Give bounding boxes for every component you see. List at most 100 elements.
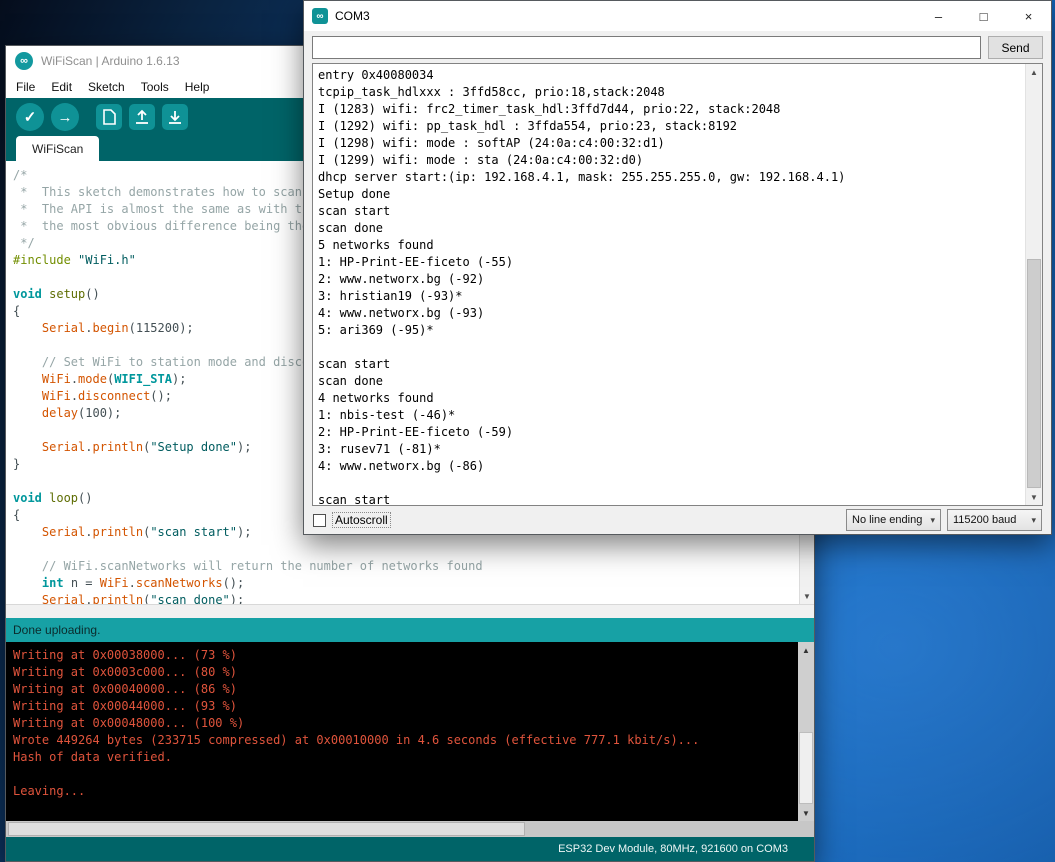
serial-output-line: 4 networks found: [318, 390, 1020, 407]
serial-output-line: scan done: [318, 220, 1020, 237]
serial-output-line: scan done: [318, 373, 1020, 390]
status-message: Done uploading.: [13, 623, 100, 637]
console-output: Writing at 0x00038000... (73 %)Writing a…: [13, 647, 794, 817]
menu-sketch[interactable]: Sketch: [80, 76, 133, 98]
scroll-down-icon[interactable]: ▼: [800, 588, 814, 604]
serial-input-row: Send: [312, 36, 1043, 59]
serial-output-line: 2: HP-Print-EE-ficeto (-59): [318, 424, 1020, 441]
serial-output: entry 0x40080034tcpip_task_hdlxxx : 3ffd…: [313, 64, 1025, 505]
send-button[interactable]: Send: [988, 36, 1043, 59]
console-line: Writing at 0x0003c000... (80 %): [13, 664, 794, 681]
board-status-bar: ESP32 Dev Module, 80MHz, 921600 on COM3: [6, 837, 814, 861]
minimize-button[interactable]: –: [916, 1, 961, 31]
console-horizontal-scrollbar[interactable]: [6, 821, 814, 837]
serial-output-line: I (1299) wifi: mode : sta (24:0a:c4:00:3…: [318, 152, 1020, 169]
new-document-icon: [102, 109, 116, 125]
serial-output-line: 5: ari369 (-95)*: [318, 322, 1020, 339]
open-arrow-icon: [134, 109, 150, 125]
serial-output-line: [318, 475, 1020, 492]
serial-output-line: 2: www.networx.bg (-92): [318, 271, 1020, 288]
close-button[interactable]: ×: [1006, 1, 1051, 31]
new-sketch-button[interactable]: [96, 104, 122, 130]
serial-output-line: scan start: [318, 356, 1020, 373]
console-line: [13, 766, 794, 783]
baud-rate-select[interactable]: 115200 baud ▾: [947, 509, 1042, 531]
serial-output-line: I (1298) wifi: mode : softAP (24:0a:c4:0…: [318, 135, 1020, 152]
editor-horizontal-scrollbar[interactable]: [6, 604, 814, 618]
save-button[interactable]: [162, 104, 188, 130]
console-line: Writing at 0x00040000... (86 %): [13, 681, 794, 698]
serial-bottom-bar: Autoscroll No line ending ▾ 115200 baud …: [304, 506, 1051, 534]
serial-output-line: dhcp server start:(ip: 192.168.4.1, mask…: [318, 169, 1020, 186]
serial-output-line: entry 0x40080034: [318, 67, 1020, 84]
check-icon: ✓: [24, 108, 37, 126]
serial-output-line: I (1292) wifi: pp_task_hdl : 3ffda554, p…: [318, 118, 1020, 135]
verify-button[interactable]: ✓: [16, 103, 44, 131]
code-line: [13, 541, 797, 558]
console-line: Wrote 449264 bytes (233715 compressed) a…: [13, 732, 794, 749]
line-ending-select[interactable]: No line ending ▾: [846, 509, 941, 531]
scroll-up-icon[interactable]: ▲: [1026, 64, 1042, 80]
close-icon: ×: [1025, 9, 1033, 24]
serial-output-line: 1: HP-Print-EE-ficeto (-55): [318, 254, 1020, 271]
serial-scrollbar-thumb[interactable]: [1027, 259, 1041, 488]
autoscroll-checkbox[interactable]: [313, 514, 326, 527]
desktop: { "colors": { "teal_dark": "#006468", "t…: [0, 0, 1055, 862]
serial-monitor-window: ∞ COM3 – □ × Send entry 0x40080034tcpip_…: [303, 0, 1052, 535]
menu-file[interactable]: File: [8, 76, 43, 98]
line-ending-value: No line ending: [852, 514, 922, 526]
serial-titlebar[interactable]: ∞ COM3 – □ ×: [304, 1, 1051, 31]
arduino-app-icon: ∞: [312, 8, 328, 24]
board-status-text: ESP32 Dev Module, 80MHz, 921600 on COM3: [558, 843, 788, 855]
status-message-bar: Done uploading.: [6, 618, 814, 642]
console-line: Hash of data verified.: [13, 749, 794, 766]
save-arrow-icon: [167, 109, 183, 125]
serial-output-line: scan start: [318, 203, 1020, 220]
serial-output-line: I (1283) wifi: frc2_timer_task_hdl:3ffd7…: [318, 101, 1020, 118]
arduino-app-icon: ∞: [15, 52, 33, 70]
menu-edit[interactable]: Edit: [43, 76, 80, 98]
tab-wifiscan[interactable]: WiFiScan: [16, 136, 99, 161]
serial-output-line: 5 networks found: [318, 237, 1020, 254]
console-line: Writing at 0x00038000... (73 %): [13, 647, 794, 664]
code-line: int n = WiFi.scanNetworks();: [13, 575, 797, 592]
menu-tools[interactable]: Tools: [133, 76, 177, 98]
menu-help[interactable]: Help: [177, 76, 218, 98]
upload-button[interactable]: →: [51, 103, 79, 131]
serial-output-line: 1: nbis-test (-46)*: [318, 407, 1020, 424]
open-button[interactable]: [129, 104, 155, 130]
serial-output-panel: entry 0x40080034tcpip_task_hdlxxx : 3ffd…: [312, 63, 1043, 506]
console-vertical-scrollbar[interactable]: ▲ ▼: [798, 642, 814, 821]
serial-window-title: COM3: [335, 9, 370, 23]
code-line: Serial.println("scan done");: [13, 592, 797, 604]
autoscroll-label[interactable]: Autoscroll: [332, 512, 391, 528]
build-console: Writing at 0x00038000... (73 %)Writing a…: [6, 642, 814, 821]
infinity-icon: ∞: [316, 11, 323, 22]
maximize-icon: □: [980, 9, 988, 24]
serial-input[interactable]: [312, 36, 981, 59]
serial-output-line: scan start: [318, 492, 1020, 505]
window-controls: – □ ×: [916, 1, 1051, 31]
scroll-down-icon[interactable]: ▼: [1026, 489, 1042, 505]
console-line: Writing at 0x00048000... (100 %): [13, 715, 794, 732]
serial-output-line: 4: www.networx.bg (-86): [318, 458, 1020, 475]
serial-vertical-scrollbar[interactable]: ▲ ▼: [1025, 64, 1042, 505]
serial-output-line: 3: hristian19 (-93)*: [318, 288, 1020, 305]
console-scrollbar-thumb[interactable]: [799, 732, 813, 804]
serial-output-line: [318, 339, 1020, 356]
scroll-down-icon[interactable]: ▼: [798, 805, 814, 821]
console-line: Leaving...: [13, 783, 794, 800]
maximize-button[interactable]: □: [961, 1, 1006, 31]
code-line: // WiFi.scanNetworks will return the num…: [13, 558, 797, 575]
scroll-up-icon[interactable]: ▲: [798, 642, 814, 658]
console-line: Writing at 0x00044000... (93 %): [13, 698, 794, 715]
minimize-icon: –: [935, 9, 942, 24]
serial-output-line: 4: www.networx.bg (-93): [318, 305, 1020, 322]
chevron-down-icon: ▾: [1031, 515, 1036, 526]
serial-output-line: 3: rusev71 (-81)*: [318, 441, 1020, 458]
serial-output-line: Setup done: [318, 186, 1020, 203]
serial-output-line: tcpip_task_hdlxxx : 3ffd58cc, prio:18,st…: [318, 84, 1020, 101]
console-hscroll-thumb[interactable]: [8, 822, 525, 836]
baud-rate-value: 115200 baud: [953, 514, 1016, 526]
infinity-icon: ∞: [20, 55, 28, 67]
